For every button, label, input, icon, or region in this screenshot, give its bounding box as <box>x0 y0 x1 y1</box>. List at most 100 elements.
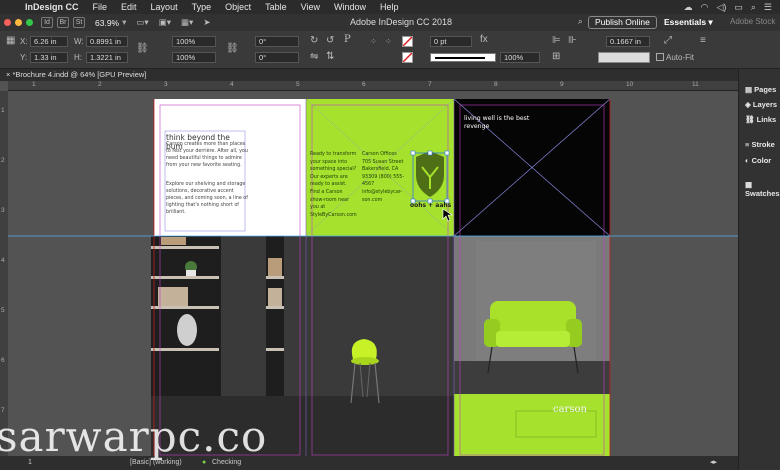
constrain-proportions-icon[interactable]: ⛓ <box>136 43 149 54</box>
ruler-tick: 10 <box>626 81 634 88</box>
flip-horizontal-icon[interactable]: ⇋ <box>310 51 318 62</box>
view-options-icon[interactable]: ▭▾ <box>136 17 148 28</box>
zoom-window-button[interactable] <box>26 19 33 26</box>
fill-swatch[interactable] <box>402 36 413 47</box>
distribute-icon[interactable]: ⊞ <box>552 51 560 62</box>
document-spread[interactable] <box>8 91 738 456</box>
menu-file[interactable]: File <box>86 2 115 12</box>
share-icon[interactable]: ➤ <box>203 17 210 28</box>
panel1-body2[interactable]: Explore our shelving and storage solutio… <box>166 181 248 216</box>
horizontal-ruler[interactable]: 1 2 3 4 5 6 7 8 9 10 11 <box>8 81 738 91</box>
paragraph-icon[interactable]: P <box>344 34 351 45</box>
shear-angle-field[interactable]: 0° <box>255 52 299 63</box>
menu-window[interactable]: Window <box>327 2 373 12</box>
document-tab-bar: × *Brochure 4.indd @ 64% [GPU Preview] <box>0 69 738 81</box>
close-window-button[interactable] <box>4 19 11 26</box>
height-field[interactable]: 1.3221 in <box>86 52 128 63</box>
stroke-weight-field[interactable]: 0 pt <box>430 36 472 47</box>
y-position-field[interactable]: 1.33 in <box>30 52 68 63</box>
menu-table[interactable]: Table <box>258 2 294 12</box>
stroke-label: Stroke <box>751 140 775 149</box>
align-left-icon[interactable]: ⊫ <box>552 35 561 46</box>
ruler-tick: 8 <box>494 81 498 88</box>
app-title: Adobe InDesign CC 2018 <box>350 17 453 27</box>
publish-label: Publish Online <box>595 17 650 27</box>
width-field[interactable]: 0.8991 in <box>86 36 128 47</box>
x-position-field[interactable]: 6.26 in <box>30 36 68 47</box>
rotate-ccw-icon[interactable]: ↺ <box>326 35 334 46</box>
swatches-panel-tab[interactable]: ▦ Swatches <box>745 180 780 198</box>
resize-handle-icon[interactable]: ◂▸ <box>710 458 717 466</box>
stroke-panel-tab[interactable]: ≡ Stroke <box>745 140 775 149</box>
search-icon[interactable]: ⌕ <box>578 16 588 28</box>
frame-fitting-dropdown[interactable] <box>598 52 650 63</box>
pasteboard[interactable]: think beyond the bum Carson creates more… <box>8 91 738 456</box>
menu-bar: InDesign CC File Edit Layout Type Object… <box>0 0 780 14</box>
auto-fit-label: Auto-Fit <box>666 53 695 62</box>
creative-cloud-icon[interactable]: ☁ <box>684 2 693 13</box>
pages-panel-tab[interactable]: ▤ Pages <box>745 85 776 94</box>
minimize-window-button[interactable] <box>15 19 22 26</box>
gap-field[interactable]: 0.1667 in <box>606 36 650 47</box>
spotlight-icon[interactable]: ⌕ <box>751 2 756 13</box>
panel1-body[interactable]: Carson creates more than places to rest … <box>166 141 248 169</box>
fit-content-icon[interactable]: ⤢ <box>664 35 672 46</box>
arrange-documents-icon[interactable]: ▦▾ <box>181 17 193 28</box>
wifi-icon[interactable]: ◠ <box>701 2 709 13</box>
layers-panel-tab[interactable]: ◈ Layers <box>745 100 777 109</box>
menu-help[interactable]: Help <box>373 2 406 12</box>
auto-fit-checkbox[interactable] <box>656 53 664 61</box>
publish-online-button[interactable]: Publish Online <box>588 16 657 29</box>
menu-layout[interactable]: Layout <box>144 2 185 12</box>
ruler-tick: 4 <box>1 257 5 264</box>
menu-list-icon[interactable]: ☰ <box>764 2 772 13</box>
scale-lock-icon[interactable]: ⛓ <box>226 43 239 54</box>
system-status: ☁ ◠ ◁) ▭ ⌕ ☰ <box>684 2 780 13</box>
volume-icon[interactable]: ◁) <box>716 2 726 13</box>
vase <box>177 314 197 346</box>
logo-text[interactable]: oohs + aahs <box>410 202 451 209</box>
select-container-icon[interactable]: ⁘ <box>370 37 377 46</box>
panel2-address[interactable]: Carson Offices 705 Susan Street Bakersfi… <box>362 151 406 204</box>
window-controls <box>4 19 33 26</box>
stroke-type-dropdown[interactable] <box>430 53 496 62</box>
color-panel-tab[interactable]: ◐ Color <box>745 156 771 165</box>
scale-x-field[interactable]: 100% <box>172 36 216 47</box>
workspace-switcher[interactable]: Essentials ▾ <box>664 17 713 28</box>
align-center-icon[interactable]: ⊪ <box>568 35 577 46</box>
links-panel-tab[interactable]: ⛓ Links <box>745 115 776 124</box>
reference-point-icon[interactable]: ▦ <box>6 35 15 46</box>
zoom-level[interactable]: 63.9% <box>95 18 119 28</box>
brand-name[interactable]: carson <box>553 404 587 415</box>
shelf <box>266 306 284 309</box>
stock-icon[interactable]: St <box>73 17 85 28</box>
application-bar: Id Br St 63.9% ▾ ▭▾ ▣▾ ▦▾ ➤ Adobe InDesi… <box>0 14 780 31</box>
vertical-ruler[interactable]: 1 2 3 4 5 6 7 <box>0 91 8 456</box>
screen-mode-icon[interactable]: ▣▾ <box>159 17 171 28</box>
battery-icon[interactable]: ▭ <box>734 2 743 13</box>
menu-view[interactable]: View <box>294 2 327 12</box>
menu-type[interactable]: Type <box>185 2 219 12</box>
plant-pot <box>186 270 196 276</box>
flip-vertical-icon[interactable]: ⇅ <box>326 51 334 62</box>
adobe-stock-search[interactable]: Adobe Stock <box>730 17 775 26</box>
bridge-icon[interactable]: Br <box>57 17 69 28</box>
menu-object[interactable]: Object <box>218 2 258 12</box>
ruler-tick: 5 <box>1 307 5 314</box>
panel-menu-icon[interactable]: ≡ <box>700 35 706 46</box>
opacity-field[interactable]: 100% <box>500 52 540 63</box>
fx-icon[interactable]: fx <box>480 34 488 45</box>
menu-app-name[interactable]: InDesign CC <box>18 2 86 12</box>
select-content-icon[interactable]: ⁘ <box>385 37 392 46</box>
panel2-callout[interactable]: Ready to transform your space into somet… <box>310 151 358 219</box>
document-tab[interactable]: × *Brochure 4.indd @ 64% [GPU Preview] <box>0 70 146 79</box>
ruler-tick: 7 <box>428 81 432 88</box>
menu-edit[interactable]: Edit <box>114 2 144 12</box>
zoom-dropdown-icon[interactable]: ▾ <box>122 17 126 28</box>
indesign-home-icon[interactable]: Id <box>41 17 53 28</box>
rotate-cw-icon[interactable]: ↻ <box>310 35 318 46</box>
scale-y-field[interactable]: 100% <box>172 52 216 63</box>
rotation-angle-field[interactable]: 0° <box>255 36 299 47</box>
stroke-swatch[interactable] <box>402 52 413 63</box>
panel3-headline[interactable]: living well is the best revenge <box>464 115 534 131</box>
